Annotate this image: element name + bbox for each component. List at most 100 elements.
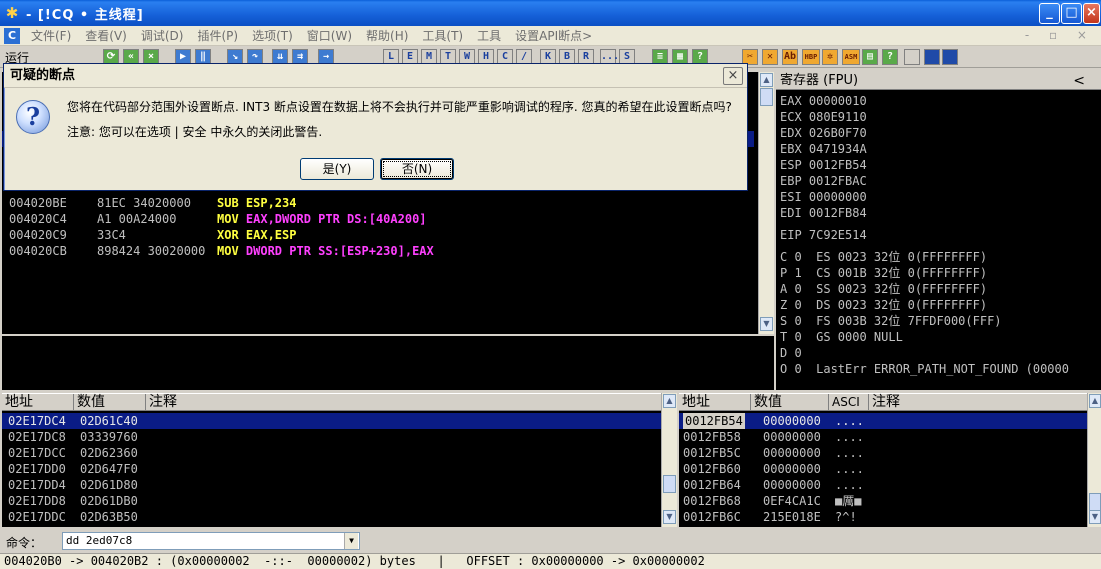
stack-row[interactable]: 0012FB5C 00000000.... (679, 445, 1087, 461)
register-line[interactable]: C 0 ES 0023 32位 0(FFFFFFFF) (780, 249, 987, 265)
gear-icon[interactable]: ✲ (822, 49, 838, 65)
dump-scroll-thumb[interactable] (663, 475, 676, 493)
register-line[interactable]: ECX 080E9110 (780, 109, 867, 125)
stack-scrollbar[interactable]: ▲ ▼ (1087, 393, 1101, 527)
stack-ascii: ?^! (835, 510, 857, 524)
stack-scroll-up-icon[interactable]: ▲ (1089, 394, 1101, 408)
register-line[interactable]: T 0 GS 0000 NULL (780, 329, 903, 345)
register-line[interactable]: P 1 CS 001B 32位 0(FFFFFFFF) (780, 265, 987, 281)
register-line[interactable]: EBP 0012FBAC (780, 173, 867, 189)
disasm-instruction: XOR EAX,ESP (217, 227, 296, 243)
asm-icon[interactable]: ASM (842, 49, 860, 65)
disassembly-scrollbar[interactable]: ▲ ▼ (758, 72, 774, 334)
stack-row[interactable]: 0012FB54 00000000.... (679, 413, 1087, 429)
dark-button-2[interactable] (942, 49, 958, 65)
menu-tools[interactable]: 工具(T) (415, 27, 470, 44)
dump-value: 03339760 (80, 430, 138, 444)
dump-scroll-up-icon[interactable]: ▲ (663, 394, 676, 408)
disasm-instruction: MOV DWORD PTR SS:[ESP+230],EAX (217, 243, 434, 259)
menu-file[interactable]: 文件(F) (24, 27, 78, 44)
dump-pane[interactable]: 02E17DC4 02D61C40 02E17DC8 03339760 02E17DCC… (2, 411, 662, 527)
menu-debug[interactable]: 调试(D) (134, 27, 191, 44)
dump-row[interactable]: 02E17DD8 02D61DB0 (2, 493, 662, 509)
no-button[interactable]: 否(N) (380, 158, 454, 180)
menu-options[interactable]: 选项(T) (245, 27, 300, 44)
stack-col-value[interactable]: 数值 (751, 394, 829, 411)
disasm-row[interactable]: 004020C4 A1 00A24000 MOV EAX,DWORD PTR DS:… (2, 211, 754, 227)
register-line[interactable]: EDI 0012FB84 (780, 205, 867, 221)
dump-row[interactable]: 02E17DCC 02D62360 (2, 445, 662, 461)
stack-row[interactable]: 0012FB6C 215E018E ?^! (679, 509, 1087, 525)
blank-button[interactable] (904, 49, 920, 65)
stack-address: 0012FB64 (683, 478, 741, 492)
help-icon[interactable]: ? (882, 49, 898, 65)
register-line[interactable]: A 0 SS 0023 32位 0(FFFFFFFF) (780, 281, 987, 297)
registers-pane[interactable]: 寄存器 (FPU) < EAX 00000010 ECX 080E9110 EDX … (776, 72, 1101, 390)
dump-col-address[interactable]: 地址 (2, 394, 74, 411)
dialog-close-button[interactable]: × (723, 67, 743, 85)
stack-scroll-down-icon[interactable]: ▼ (1089, 510, 1101, 524)
disasm-mnemonic: MOV (217, 244, 239, 258)
register-line[interactable]: EAX 00000010 (780, 93, 867, 109)
menu-help[interactable]: 帮助(H) (359, 27, 415, 44)
stack-row[interactable]: 0012FB58 00000000.... (679, 429, 1087, 445)
register-line[interactable]: S 0 FS 003B 32位 7FFDF000(FFF) (780, 313, 1002, 329)
maximize-button[interactable]: □ (1061, 3, 1082, 24)
dump-row[interactable]: 02E17DDC 02D63B50 (2, 509, 662, 525)
stack-row[interactable]: 0012FB60 00000000.... (679, 461, 1087, 477)
stack-value: 215E018E (763, 510, 821, 524)
chevron-down-icon[interactable]: ▼ (344, 533, 358, 549)
dump-scroll-down-icon[interactable]: ▼ (663, 510, 676, 524)
register-line[interactable]: EBX 0471934A (780, 141, 867, 157)
stack-row[interactable]: 0012FB64 00000000.... (679, 477, 1087, 493)
table-icon[interactable]: ▤ (862, 49, 878, 65)
dump-row[interactable]: 02E17DD0 02D647F0 (2, 461, 662, 477)
registers-header[interactable]: 寄存器 (FPU) < (776, 72, 1101, 90)
menu-plugins[interactable]: 插件(P) (190, 27, 245, 44)
command-input[interactable]: dd 2ed07c8 ▼ (62, 532, 360, 550)
disasm-row[interactable]: 004020BE 81EC 34020000 SUB ESP,234 (2, 195, 754, 211)
dump-row[interactable]: 02E17DD4 02D61D80 (2, 477, 662, 493)
stack-scroll-thumb[interactable] (1089, 493, 1101, 511)
disasm-operands: DWORD PTR SS:[ESP+230],EAX (238, 244, 434, 258)
stack-col-address[interactable]: 地址 (679, 394, 751, 411)
register-line[interactable]: Z 0 DS 0023 32位 0(FFFFFFFF) (780, 297, 987, 313)
menu-view[interactable]: 查看(V) (78, 27, 134, 44)
scroll-thumb[interactable] (760, 88, 773, 106)
register-line[interactable]: EIP 7C92E514 (780, 227, 867, 243)
register-line[interactable]: EDX 026B0F70 (780, 125, 867, 141)
menu-set-api-breakpoint[interactable]: 设置API断点> (508, 27, 599, 44)
stack-col-ascii[interactable]: ASCI (829, 394, 869, 411)
plugin-icon-2[interactable]: ✕ (762, 49, 778, 65)
register-line[interactable]: O 0 LastErr ERROR_PATH_NOT_FOUND (00000 (780, 361, 1069, 377)
mdi-window-buttons[interactable]: - ▫ × (1025, 28, 1095, 42)
disasm-operands: EAX,ESP (238, 228, 297, 242)
dump-scrollbar[interactable]: ▲ ▼ (661, 393, 677, 527)
stack-pane[interactable]: 0012FB54 00000000.... 0012FB58 00000000....… (679, 411, 1087, 527)
scroll-down-icon[interactable]: ▼ (760, 317, 773, 331)
dump-col-value[interactable]: 数值 (74, 394, 146, 411)
close-button[interactable]: × (1083, 3, 1100, 24)
stack-row[interactable]: 0012FB68 0EF4CA1C ■厲■ (679, 493, 1087, 509)
dump-address: 02E17DDC (8, 510, 66, 524)
cpu-window-icon[interactable]: C (4, 27, 20, 44)
hbp-icon[interactable]: HBP (802, 49, 820, 65)
menu-tools-2[interactable]: 工具 (470, 27, 508, 44)
dump-row[interactable]: 02E17DC8 03339760 (2, 429, 662, 445)
scroll-up-icon[interactable]: ▲ (760, 73, 773, 87)
yes-button[interactable]: 是(Y) (300, 158, 374, 180)
plugin-ab-icon[interactable]: Ab (782, 49, 798, 65)
disasm-row[interactable]: 004020C9 33C4 XOR EAX,ESP (2, 227, 754, 243)
menu-window[interactable]: 窗口(W) (300, 27, 359, 44)
disasm-row[interactable]: 004020CB 898424 30020000 MOV DWORD PTR SS:… (2, 243, 754, 259)
minimize-button[interactable]: _ (1039, 3, 1060, 24)
register-line[interactable]: ESI 00000000 (780, 189, 867, 205)
dump-col-comment[interactable]: 注释 (146, 394, 662, 411)
dump-row[interactable]: 02E17DC4 02D61C40 (2, 413, 662, 429)
info-pane (2, 334, 774, 390)
register-line[interactable]: D 0 (780, 345, 802, 361)
chevron-left-icon[interactable]: < (1073, 72, 1085, 90)
register-line[interactable]: ESP 0012FB54 (780, 157, 867, 173)
stack-col-comment[interactable]: 注释 (869, 394, 1087, 411)
dark-button-1[interactable] (924, 49, 940, 65)
